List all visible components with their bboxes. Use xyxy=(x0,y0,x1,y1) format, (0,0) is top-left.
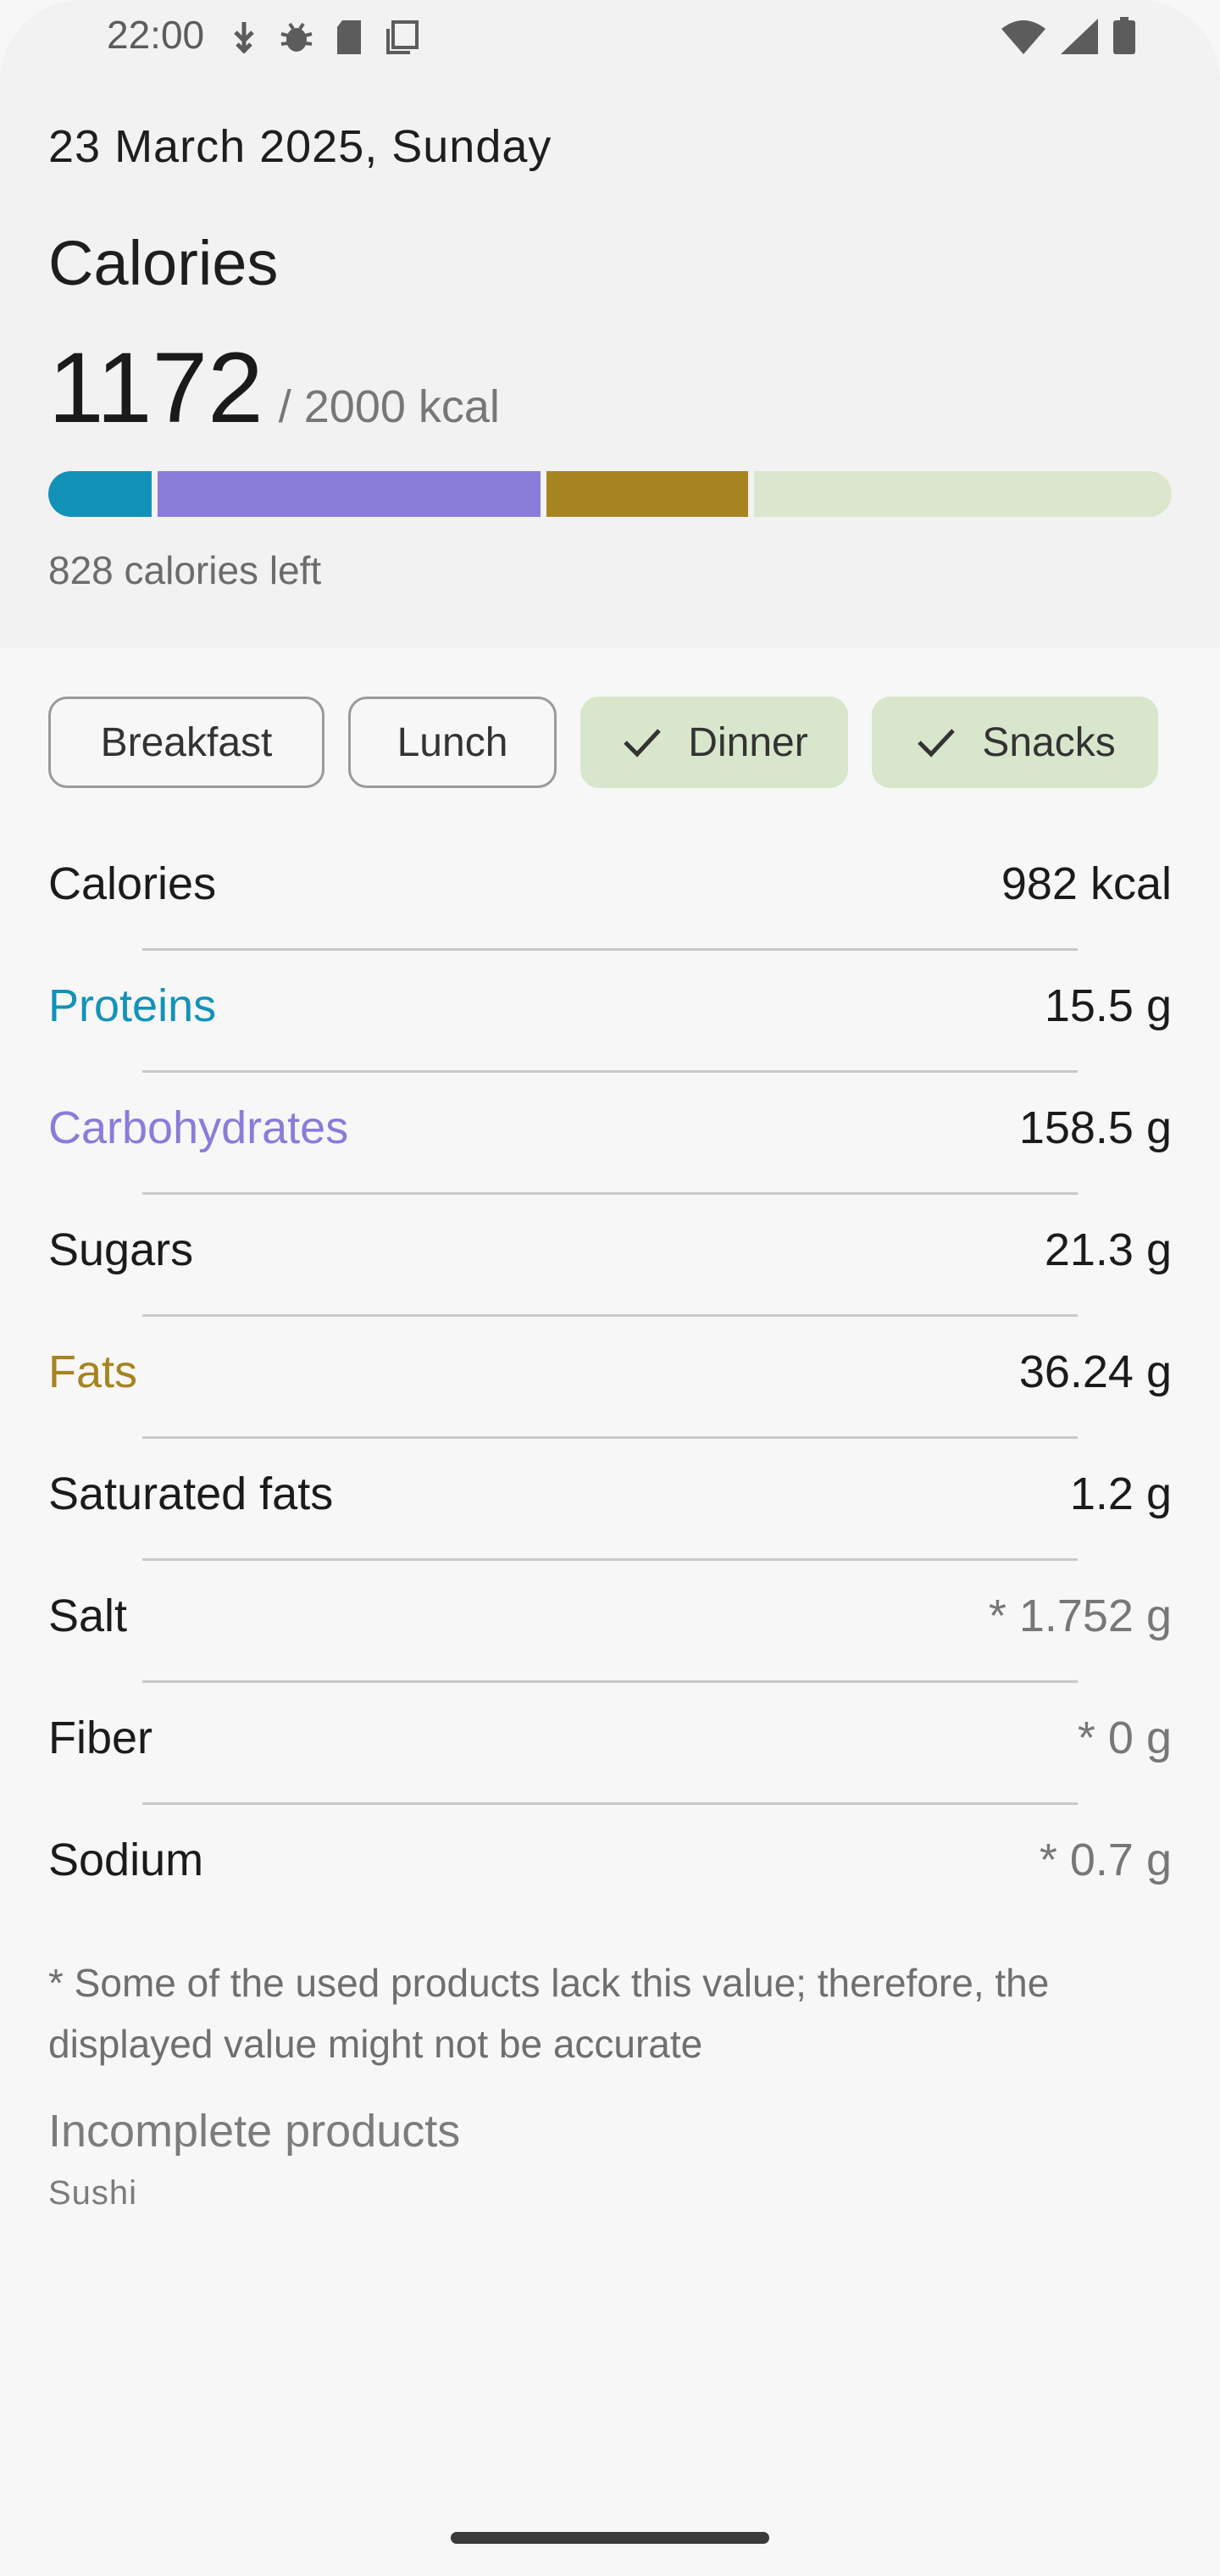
nutrient-name: Calories xyxy=(48,858,217,909)
nutrient-row-carbohydrates: Carbohydrates 158.5 g xyxy=(0,1073,1220,1195)
nutrient-name: Sodium xyxy=(48,1835,204,1885)
signal-icon xyxy=(1061,19,1098,54)
nutrient-row-proteins: Proteins 15.5 g xyxy=(0,951,1220,1073)
wifi-icon xyxy=(1001,20,1045,54)
home-gesture-bar[interactable] xyxy=(451,2532,769,2544)
nutrient-value: 982 kcal xyxy=(1001,858,1172,909)
nutrient-name: Fiber xyxy=(48,1713,153,1763)
calories-summary: 1172 / 2000 kcal xyxy=(48,330,500,446)
status-time: 22:00 xyxy=(107,13,205,57)
accuracy-note: * Some of the used products lack this va… xyxy=(48,1961,1050,2066)
chip-label: Lunch xyxy=(396,719,508,765)
nutrient-row-sodium: Sodium * 0.7 g xyxy=(0,1805,1220,1927)
status-icons-left xyxy=(229,19,420,56)
progress-proteins xyxy=(48,471,152,517)
battery-icon xyxy=(1113,17,1135,54)
nutrient-name: Saturated fats xyxy=(48,1468,334,1519)
sd-card-icon xyxy=(337,20,361,54)
nutrient-name: Sugars xyxy=(48,1224,194,1275)
chip-lunch[interactable]: Lunch xyxy=(348,697,557,788)
status-icons-right xyxy=(1001,17,1135,54)
progress-fats xyxy=(546,471,748,517)
incomplete-product-item[interactable]: Sushi xyxy=(48,2174,137,2212)
copy-icon xyxy=(386,20,419,54)
calories-left: 828 calories left xyxy=(48,548,322,592)
nutrient-name: Salt xyxy=(48,1591,128,1641)
nutrient-value: * 0 g xyxy=(1077,1713,1172,1763)
macro-progress-bar xyxy=(48,471,1172,517)
chip-snacks[interactable]: Snacks xyxy=(872,697,1158,788)
chip-label: Snacks xyxy=(982,719,1116,765)
incomplete-products-title: Incomplete products xyxy=(48,2106,461,2157)
nutrient-row-sugars: Sugars 21.3 g xyxy=(0,1195,1220,1317)
nutrient-value: * 0.7 g xyxy=(1039,1835,1172,1885)
bug-icon xyxy=(280,22,313,52)
chip-label: Breakfast xyxy=(100,719,273,765)
nutrient-value: 158.5 g xyxy=(1018,1102,1172,1153)
calories-consumed: 1172 xyxy=(48,332,263,444)
progress-remaining xyxy=(754,471,1172,517)
chip-breakfast[interactable]: Breakfast xyxy=(48,697,324,788)
check-icon xyxy=(918,729,956,758)
nutrient-value: 36.24 g xyxy=(1018,1346,1172,1397)
nutrient-name: Carbohydrates xyxy=(48,1102,349,1153)
progress-carbohydrates xyxy=(158,471,541,517)
summary-header: 22:00 23 March 2025, Sunday Calories 117… xyxy=(0,0,1220,648)
nutrient-row-fiber: Fiber * 0 g xyxy=(0,1683,1220,1805)
calories-title: Calories xyxy=(48,228,279,298)
status-bar: 22:00 xyxy=(0,0,1220,76)
nutrient-list: Calories 982 kcal Proteins 15.5 g Carboh… xyxy=(0,829,1220,1927)
nutrient-row-calories: Calories 982 kcal xyxy=(0,829,1220,951)
date-label[interactable]: 23 March 2025, Sunday xyxy=(48,120,552,173)
meal-filter-chips: Breakfast Lunch Dinner Snacks xyxy=(48,697,1158,788)
chip-label: Dinner xyxy=(688,719,808,765)
nutrient-value: * 1.752 g xyxy=(988,1591,1172,1641)
calories-goal: / 2000 kcal xyxy=(278,381,500,432)
nutrient-value: 15.5 g xyxy=(1044,980,1172,1031)
nutrient-name: Fats xyxy=(48,1346,138,1397)
nutrient-value: 21.3 g xyxy=(1044,1224,1172,1275)
usb-debug-icon xyxy=(234,22,254,54)
nutrient-row-salt: Salt * 1.752 g xyxy=(0,1561,1220,1683)
chip-dinner[interactable]: Dinner xyxy=(580,697,848,788)
nutrient-value: 1.2 g xyxy=(1069,1468,1172,1519)
screen: 22:00 23 March 2025, Sunday Calories 117… xyxy=(0,0,1220,2576)
nutrient-name: Proteins xyxy=(48,980,217,1031)
nutrient-row-saturated-fats: Saturated fats 1.2 g xyxy=(0,1439,1220,1561)
nutrient-row-fats: Fats 36.24 g xyxy=(0,1317,1220,1439)
check-icon xyxy=(624,729,662,758)
